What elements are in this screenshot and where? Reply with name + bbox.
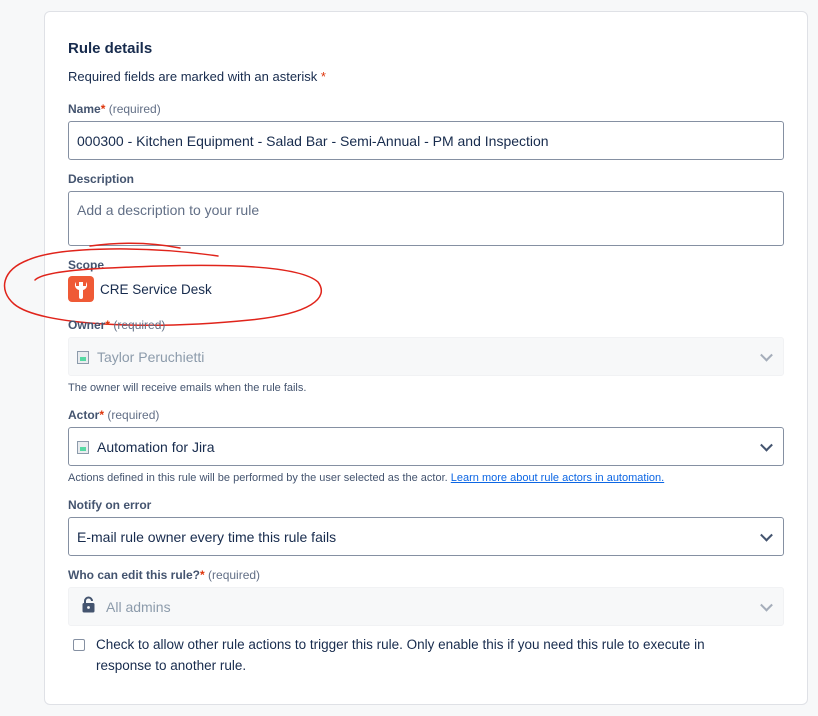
- actor-help-text: Actions defined in this rule will be per…: [68, 472, 448, 484]
- actor-asterisk: *: [99, 408, 105, 422]
- owner-required-text: (required): [113, 318, 166, 332]
- editors-label: Who can edit this rule?* (required): [68, 568, 260, 582]
- notify-select-value: E-mail rule owner every time this rule f…: [77, 529, 337, 545]
- name-required-text: (required): [108, 102, 161, 116]
- actor-help: Actions defined in this rule will be per…: [68, 472, 664, 484]
- rule-actors-link[interactable]: Learn more about rule actors in automati…: [451, 472, 664, 484]
- notify-label: Notify on error: [68, 498, 152, 512]
- trigger-checkbox-label[interactable]: Check to allow other rule actions to tri…: [96, 634, 756, 676]
- lock-icon: [82, 596, 95, 613]
- description-label: Description: [68, 172, 135, 186]
- name-asterisk: *: [100, 102, 106, 116]
- name-input[interactable]: 000300 - Kitchen Equipment - Salad Bar -…: [68, 121, 784, 160]
- trigger-checkbox[interactable]: [73, 639, 85, 651]
- notify-select[interactable]: E-mail rule owner every time this rule f…: [68, 517, 784, 556]
- name-input-value: 000300 - Kitchen Equipment - Salad Bar -…: [77, 133, 549, 149]
- owner-select-value-wrap: Taylor Peruchietti: [77, 349, 204, 365]
- editors-asterisk: *: [200, 568, 205, 582]
- chevron-down-icon[interactable]: [760, 438, 773, 452]
- editors-select-value: All admins: [106, 599, 171, 615]
- required-asterisk: *: [320, 69, 326, 84]
- description-placeholder: Add a description to your rule: [77, 202, 260, 218]
- name-label-text: Name: [68, 102, 101, 116]
- actor-select[interactable]: Automation for Jira: [68, 427, 784, 466]
- owner-select: Taylor Peruchietti: [68, 337, 784, 376]
- required-note: Required fields are marked with an aster…: [68, 69, 326, 84]
- required-note-text: Required fields are marked with an aster…: [68, 69, 318, 84]
- owner-label: Owner* (required): [68, 318, 165, 332]
- name-label: Name* (required): [68, 102, 161, 116]
- actor-label: Actor* (required): [68, 408, 159, 422]
- owner-label-text: Owner: [68, 318, 106, 332]
- owner-select-value: Taylor Peruchietti: [97, 349, 205, 365]
- owner-asterisk: *: [105, 318, 111, 332]
- actor-select-value: Automation for Jira: [97, 439, 215, 455]
- chevron-down-icon: [760, 598, 773, 612]
- annotation-circle: [3, 242, 323, 326]
- avatar-icon: [77, 351, 89, 364]
- actor-required-text: (required): [107, 408, 160, 422]
- actor-label-text: Actor: [68, 408, 100, 422]
- editors-label-text: Who can edit this rule?: [68, 568, 201, 582]
- editors-required-text: (required): [208, 568, 261, 582]
- chevron-down-icon[interactable]: [760, 528, 773, 542]
- editors-select: All admins: [68, 587, 784, 626]
- owner-help: The owner will receive emails when the r…: [68, 382, 307, 394]
- section-title: Rule details: [68, 40, 153, 57]
- chevron-down-icon: [760, 348, 773, 362]
- avatar-icon: [77, 441, 89, 454]
- actor-select-value-wrap: Automation for Jira: [77, 439, 215, 455]
